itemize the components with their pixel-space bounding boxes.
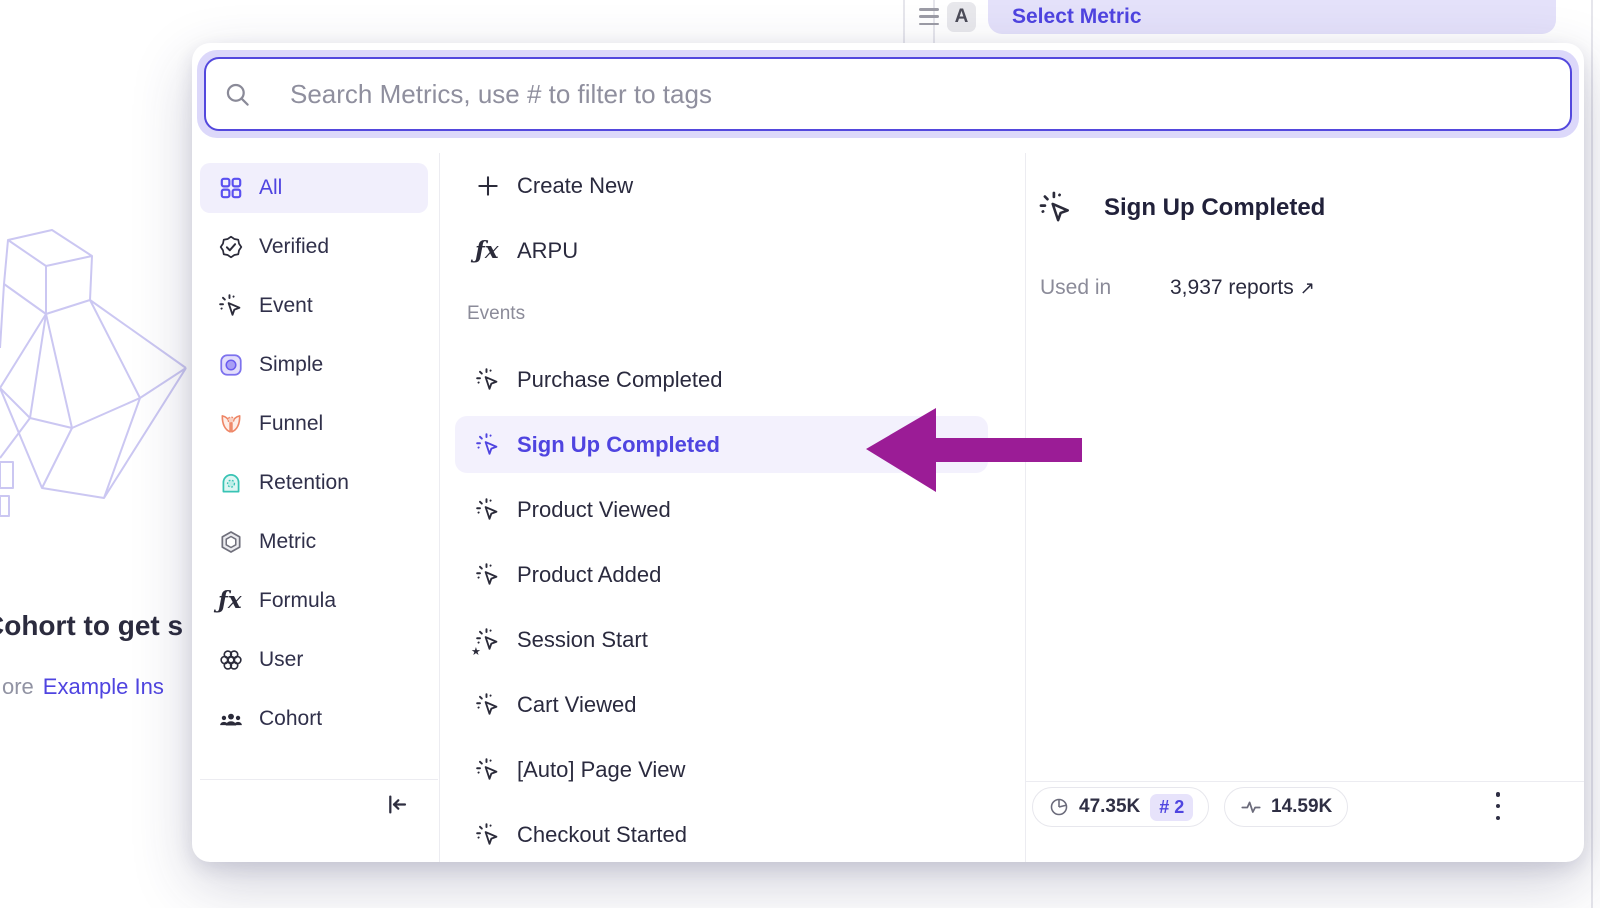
- sidebar-item-label: Simple: [259, 353, 323, 377]
- sidebar-item-label: Event: [259, 294, 313, 318]
- detail-footer-divider: [1025, 781, 1584, 782]
- canvas-panel-border: [1591, 0, 1593, 908]
- metric-list: Create New ƒx ARPU Events Purchase Compl…: [455, 160, 1005, 862]
- sidebar-item-label: Funnel: [259, 412, 323, 436]
- event-list-item[interactable]: Product Viewed: [455, 481, 988, 538]
- stat-value: 14.59K: [1271, 796, 1332, 818]
- event-list-item[interactable]: Product Added: [455, 546, 988, 603]
- event-list-item[interactable]: Session Start: [455, 611, 988, 668]
- total-events-stat-pill[interactable]: 47.35K # 2: [1032, 787, 1209, 827]
- event-cursor-icon: [475, 692, 501, 718]
- event-list: Purchase Completed Sign Up Completed Pro…: [455, 351, 1005, 862]
- sidebar-item-label: Formula: [259, 589, 336, 613]
- collapse-sidebar-button[interactable]: [383, 791, 410, 818]
- formula-fx-icon: ƒx: [218, 588, 244, 614]
- pie-chart-icon: [1048, 796, 1070, 818]
- event-list-item[interactable]: [Auto] Page View: [455, 741, 988, 798]
- sidebar-item-event[interactable]: Event: [200, 281, 428, 331]
- external-link-icon: ↗: [1300, 278, 1315, 298]
- event-list-item[interactable]: Checkout Started: [455, 806, 988, 862]
- event-cursor-icon: [475, 822, 501, 848]
- create-new-label: Create New: [517, 173, 633, 199]
- canvas-empty-state-heading: Cohort to get s: [0, 610, 183, 642]
- event-label: [Auto] Page View: [517, 757, 685, 783]
- event-cursor-icon: [218, 293, 244, 319]
- select-metric-bar[interactable]: Select Metric: [988, 0, 1556, 34]
- event-list-item[interactable]: Sign Up Completed: [455, 416, 988, 473]
- sidebar-item-funnel[interactable]: Funnel: [200, 399, 428, 449]
- event-cursor-icon: [1038, 190, 1074, 226]
- cohort-people-icon: [218, 706, 244, 732]
- drag-handle-icon[interactable]: [919, 8, 939, 25]
- sidebar-item-label: User: [259, 648, 303, 672]
- canvas-empty-state-subtext: ore Example Ins: [2, 674, 164, 700]
- search-input[interactable]: [204, 57, 1572, 131]
- sidebar-item-verified[interactable]: Verified: [200, 222, 428, 272]
- decorative-wireframe: [0, 226, 200, 536]
- example-insights-link[interactable]: Example Ins: [43, 674, 164, 699]
- sidebar-item-label: Retention: [259, 471, 349, 495]
- event-cursor-icon: [475, 757, 501, 783]
- event-list-item[interactable]: Cart Viewed: [455, 676, 988, 733]
- sidebar-item-user[interactable]: User: [200, 635, 428, 685]
- hexagon-metric-icon: [218, 529, 244, 555]
- simple-metric-icon: [218, 352, 244, 378]
- create-new-button[interactable]: Create New: [455, 160, 1005, 212]
- sidebar-item-cohort[interactable]: Cohort: [200, 694, 428, 744]
- event-label: Cart Viewed: [517, 692, 636, 718]
- sidebar-item-all[interactable]: All: [200, 163, 428, 213]
- used-in-label: Used in: [1040, 276, 1111, 300]
- divider: [1025, 153, 1026, 862]
- sidebar-item-label: Verified: [259, 235, 329, 259]
- rank-chip: # 2: [1150, 794, 1193, 821]
- grid-icon: [218, 175, 244, 201]
- detail-header: Sign Up Completed: [1038, 190, 1325, 226]
- list-item-arpu[interactable]: ƒx ARPU: [455, 225, 1005, 277]
- canvas-panel-border: [903, 0, 905, 43]
- select-metric-label: Select Metric: [1012, 5, 1142, 29]
- pulse-icon: [1240, 796, 1262, 818]
- event-cursor-icon: [475, 497, 501, 523]
- series-a-badge: A: [947, 2, 976, 32]
- event-cursor-icon: [475, 627, 501, 653]
- divider: [439, 153, 440, 862]
- event-label: Product Viewed: [517, 497, 671, 523]
- link-prefix: ore: [2, 674, 34, 699]
- plus-icon: [475, 173, 501, 199]
- event-label: Sign Up Completed: [517, 432, 720, 458]
- sidebar-item-label: All: [259, 176, 282, 200]
- event-label: Checkout Started: [517, 822, 687, 848]
- stat-value: 47.35K: [1079, 796, 1140, 818]
- event-cursor-icon: [475, 367, 501, 393]
- search-icon: [224, 81, 251, 108]
- sidebar-item-metric[interactable]: Metric: [200, 517, 428, 567]
- reports-count: 3,937 reports: [1170, 276, 1294, 299]
- user-cluster-icon: [218, 647, 244, 673]
- event-label: Purchase Completed: [517, 367, 722, 393]
- events-section-header: Events: [467, 303, 1005, 329]
- metric-picker-modal: All Verified Event Simple Funnel Retenti…: [192, 43, 1584, 862]
- unique-users-stat-pill[interactable]: 14.59K: [1224, 787, 1348, 827]
- retention-icon: [218, 470, 244, 496]
- sidebar-item-label: Metric: [259, 530, 316, 554]
- sidebar-item-label: Cohort: [259, 707, 322, 731]
- funnel-icon: [218, 411, 244, 437]
- sidebar-item-formula[interactable]: ƒx Formula: [200, 576, 428, 626]
- sidebar-footer-divider: [200, 779, 438, 780]
- event-label: Product Added: [517, 562, 661, 588]
- event-list-item[interactable]: Purchase Completed: [455, 351, 988, 408]
- more-options-button[interactable]: [1494, 792, 1502, 820]
- screen: A Select Metric Cohort to get s ore Examp…: [0, 0, 1600, 908]
- verified-seal-icon: [218, 234, 244, 260]
- event-label: Session Start: [517, 627, 648, 653]
- sidebar-item-retention[interactable]: Retention: [200, 458, 428, 508]
- event-cursor-icon: [475, 432, 501, 458]
- formula-fx-icon: ƒx: [475, 238, 501, 264]
- detail-title: Sign Up Completed: [1104, 194, 1325, 222]
- event-cursor-icon: [475, 562, 501, 588]
- used-in-reports-link[interactable]: 3,937 reports ↗: [1170, 276, 1315, 300]
- sidebar-item-simple[interactable]: Simple: [200, 340, 428, 390]
- type-filter-sidebar: All Verified Event Simple Funnel Retenti…: [200, 163, 428, 753]
- arpu-label: ARPU: [517, 238, 578, 264]
